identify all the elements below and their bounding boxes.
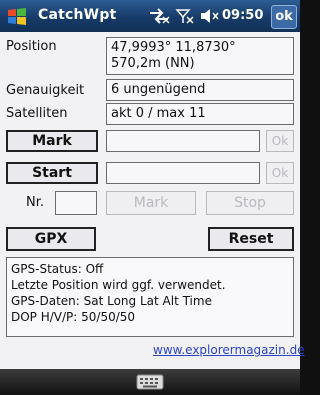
nr-input[interactable] [55, 191, 97, 215]
position-coordinates: 47,9993° 11,8730° [111, 40, 236, 55]
keyboard-icon[interactable] [136, 373, 164, 391]
start-ok-button[interactable]: Ok [266, 162, 294, 184]
satellites-label: Satelliten [6, 106, 68, 121]
position-label: Position [6, 39, 57, 54]
mark-button[interactable]: Mark [6, 130, 98, 152]
position-field: 47,9993° 11,8730° 570,2m (NN) [106, 37, 294, 75]
signal-icon[interactable] [175, 8, 195, 24]
satellites-field: akt 0 / max 11 [106, 103, 294, 125]
main-form: Position 47,9993° 11,8730° 570,2m (NN) G… [0, 32, 305, 369]
website-link[interactable]: www.explorermagazin.de [153, 343, 305, 357]
connectivity-icon[interactable] [148, 8, 170, 24]
mark-name-input[interactable] [106, 130, 260, 152]
status-panel: GPS-Status: Off Letzte Position wird ggf… [6, 257, 294, 337]
mark-ok-button[interactable]: Ok [266, 130, 294, 152]
stop-button[interactable]: Stop [206, 191, 294, 215]
gps-status-line: GPS-Status: Off [11, 262, 104, 276]
title-bar: CatchWpt 09:50 ok [0, 0, 300, 32]
dop-line: DOP H/V/P: 50/50/50 [11, 310, 136, 324]
position-altitude: 570,2m (NN) [111, 56, 195, 71]
title-ok-button[interactable]: ok [271, 5, 297, 29]
accuracy-field: 6 ungenügend [106, 79, 294, 101]
gps-data-line: GPS-Daten: Sat Long Lat Alt Time [11, 294, 212, 308]
clock: 09:50 [222, 8, 264, 23]
volume-icon[interactable] [199, 8, 219, 24]
track-mark-button[interactable]: Mark [106, 191, 196, 215]
bottom-taskbar [0, 369, 300, 395]
accuracy-label: Genauigkeit [6, 83, 85, 98]
windows-flag-icon[interactable] [6, 6, 28, 28]
nr-label: Nr. [26, 195, 45, 210]
reset-button[interactable]: Reset [208, 227, 294, 251]
start-button[interactable]: Start [6, 162, 98, 184]
gpx-button[interactable]: GPX [6, 227, 96, 251]
start-name-input[interactable] [106, 162, 260, 184]
app-title: CatchWpt [38, 7, 117, 23]
last-position-line: Letzte Position wird ggf. verwendet. [11, 278, 226, 292]
